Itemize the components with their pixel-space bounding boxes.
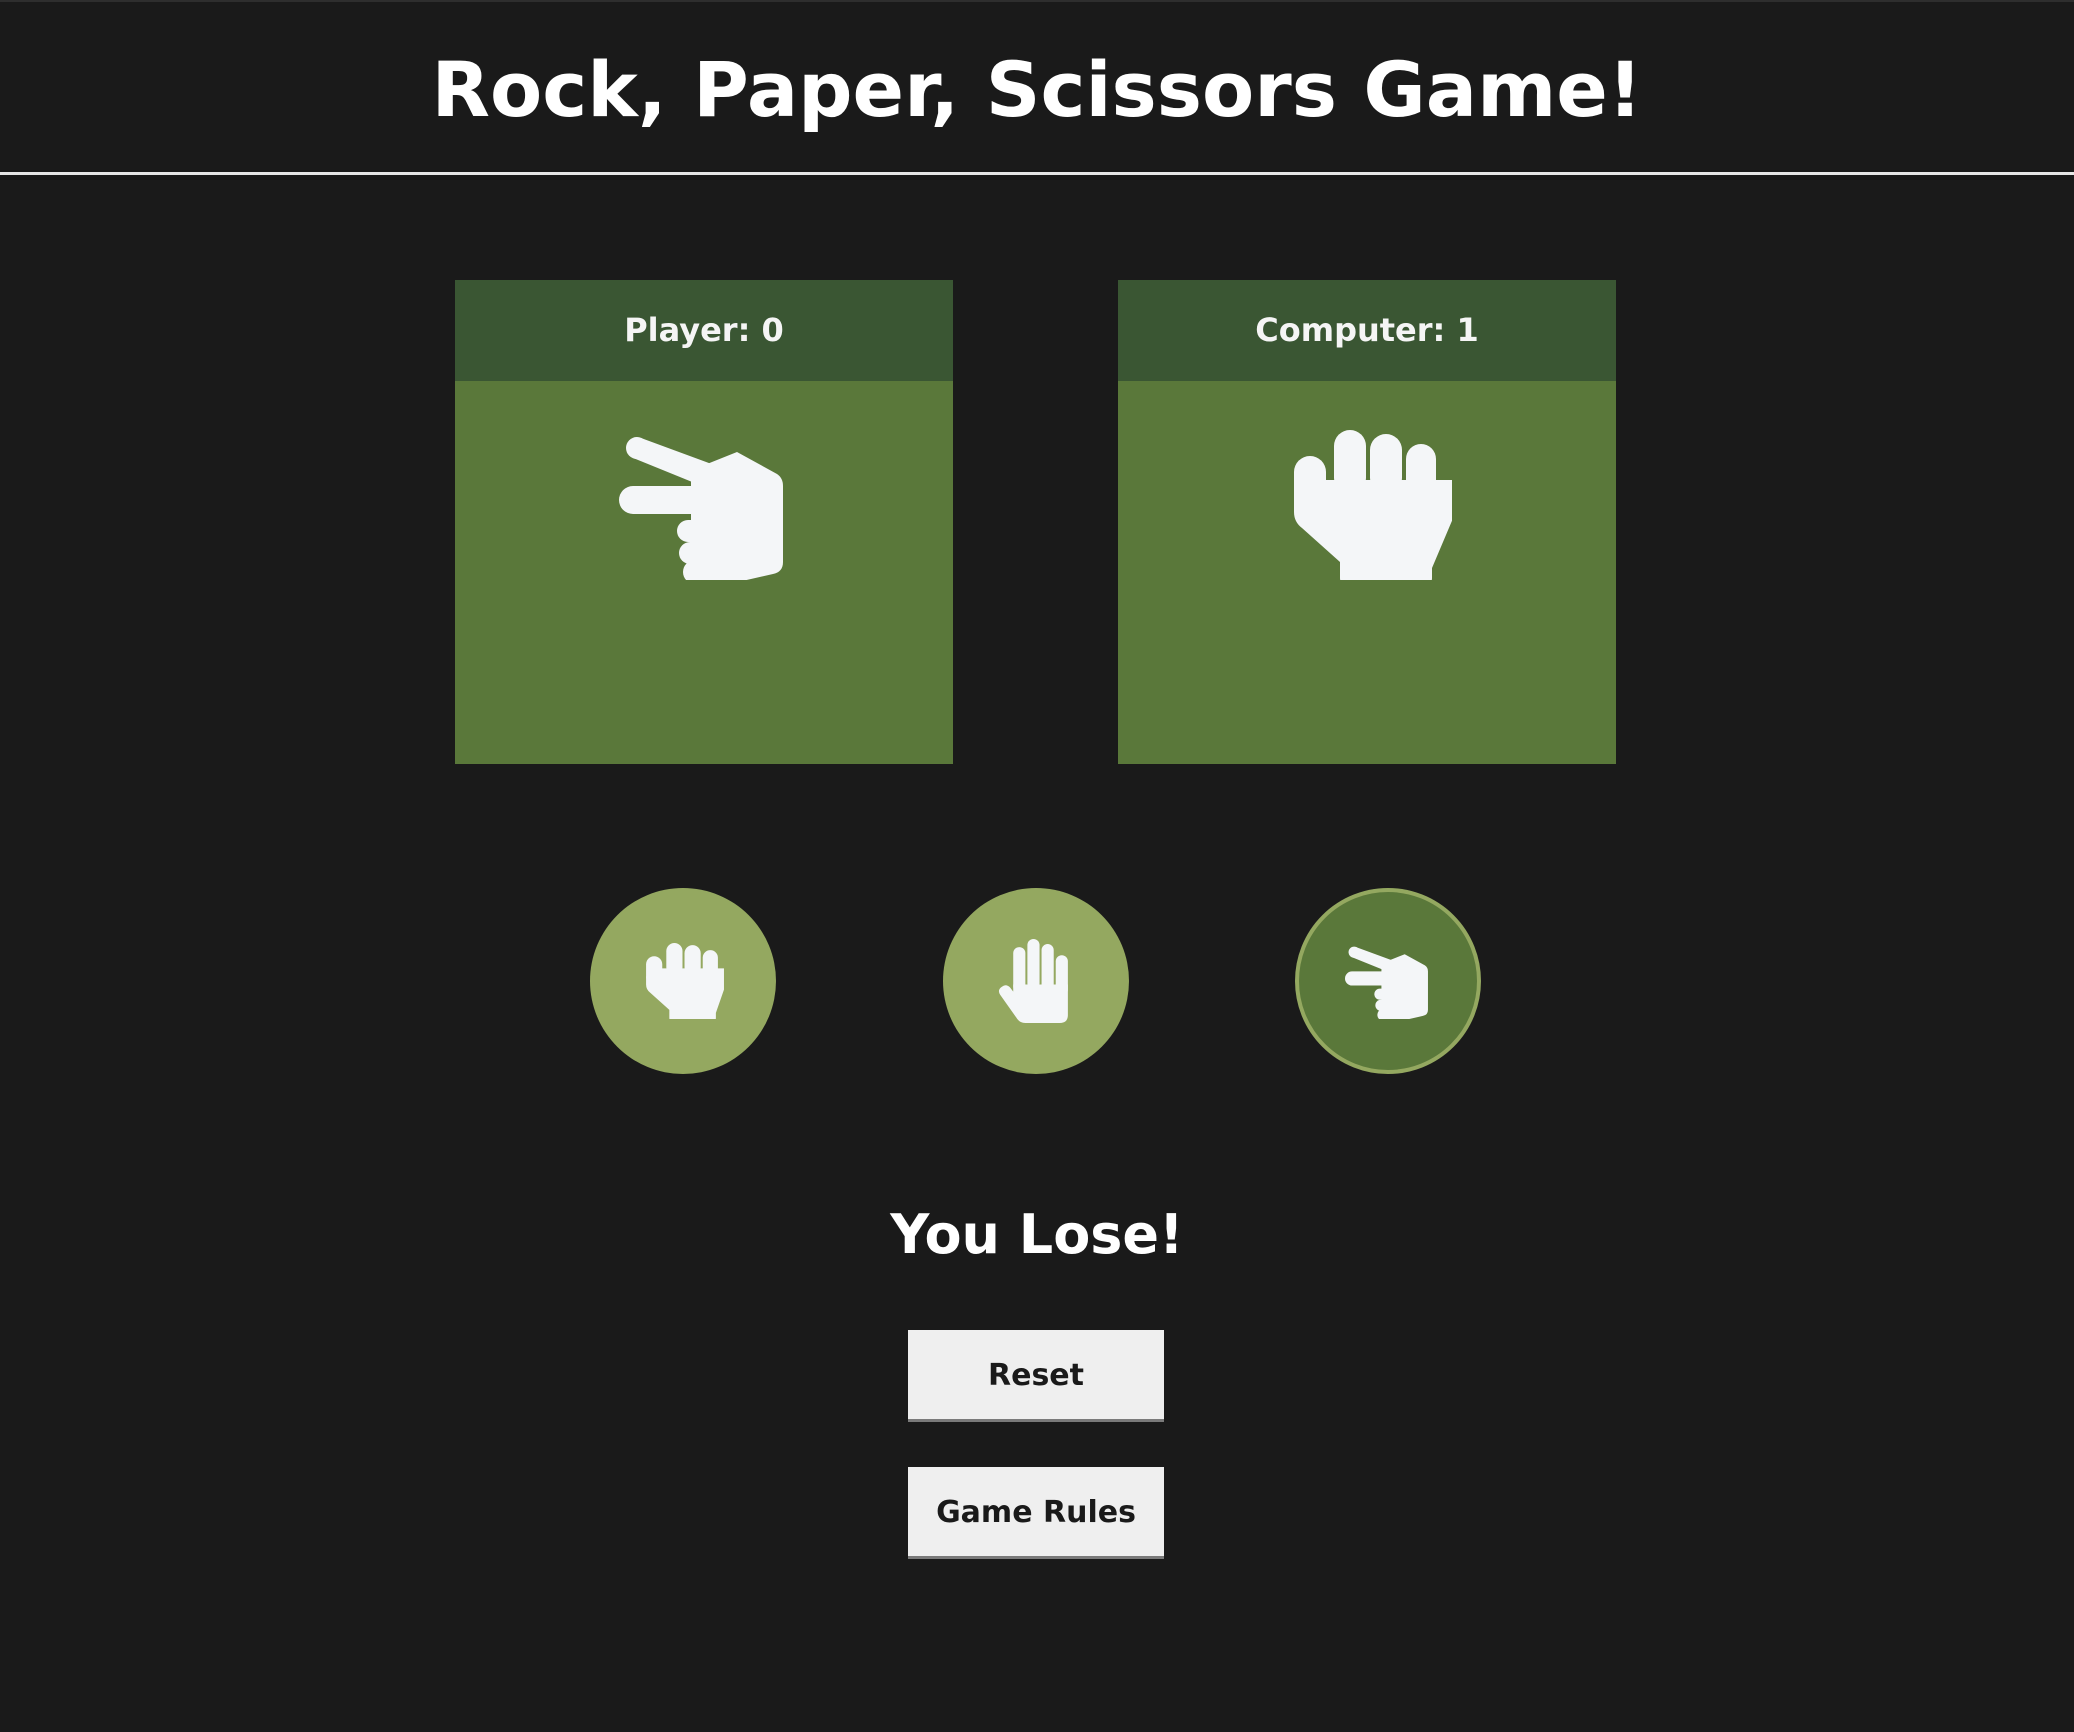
player-score: Player: 0 xyxy=(455,280,953,381)
paper-hand-icon xyxy=(998,939,1068,1023)
page-title: Rock, Paper, Scissors Game! xyxy=(431,45,1643,134)
result-message: You Lose! xyxy=(890,1203,1184,1266)
paper-choice-button[interactable] xyxy=(943,888,1129,1074)
reset-button[interactable]: Reset xyxy=(908,1330,1164,1422)
scissors-hand-icon xyxy=(619,430,789,584)
game-rules-button[interactable]: Game Rules xyxy=(908,1467,1164,1559)
scissors-choice-button[interactable] xyxy=(1295,888,1481,1074)
scissors-hand-icon xyxy=(1345,946,1428,1019)
computer-score: Computer: 1 xyxy=(1118,280,1616,381)
rock-fist-icon xyxy=(646,943,724,1019)
computer-card: Computer: 1 xyxy=(1118,280,1616,764)
rock-choice-button[interactable] xyxy=(590,888,776,1074)
player-card: Player: 0 xyxy=(455,280,953,764)
rock-fist-icon xyxy=(1282,430,1454,584)
header: Rock, Paper, Scissors Game! xyxy=(0,0,2074,175)
